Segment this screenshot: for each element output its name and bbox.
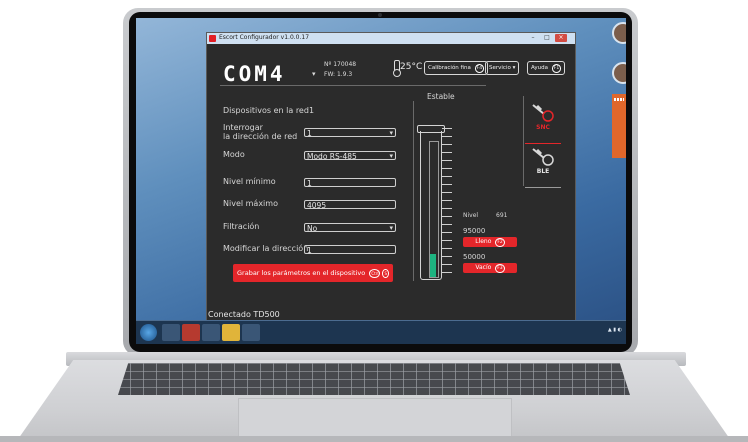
gauge-scale <box>442 128 452 278</box>
app-logo-icon <box>209 35 216 42</box>
devices-label: Dispositivos en la red <box>223 106 309 115</box>
webcam-icon <box>378 13 382 17</box>
close-icon[interactable]: × <box>555 34 567 42</box>
mode-label: Modo <box>223 150 245 159</box>
touchpad <box>238 398 512 439</box>
laptop-screen: Escort Configurador v1.0.0.17 – □ × COM4… <box>136 18 626 344</box>
taskbar-app-icon[interactable] <box>242 324 260 341</box>
min-level-label: Nivel mínimo <box>223 177 276 186</box>
taskbar-app-icon[interactable] <box>162 324 180 341</box>
taskbar-app-icon[interactable] <box>222 324 240 341</box>
level-value: 691 <box>496 212 508 219</box>
devices-value: 1 <box>309 106 315 115</box>
header-divider <box>220 85 486 86</box>
keyboard-rows <box>118 363 630 395</box>
gauge-divider <box>413 101 414 281</box>
minimize-icon[interactable]: – <box>527 34 539 42</box>
maximize-icon[interactable]: □ <box>541 34 553 42</box>
chevron-down-icon: ▾ <box>512 65 516 71</box>
system-tray-icon[interactable]: ▲ ▮ ◐ <box>608 327 622 333</box>
max-level-input[interactable]: 4095 <box>304 200 396 210</box>
connection-status: Conectado TD500 <box>208 310 280 319</box>
window-title: Escort Configurador v1.0.0.17 <box>219 34 310 41</box>
max-level-label: Nivel máximo <box>223 199 278 208</box>
app-window: Escort Configurador v1.0.0.17 – □ × COM4… <box>206 32 576 321</box>
probe-icon <box>532 148 554 166</box>
probe-underline <box>525 187 561 188</box>
service-label: Servicio <box>489 65 511 71</box>
temperature-readout: 25°C <box>400 62 423 72</box>
filter-select[interactable]: No <box>304 223 396 233</box>
address-input[interactable]: 1 <box>304 245 396 255</box>
calibration-button[interactable]: Calibración fina F4 <box>424 61 489 75</box>
probe-snc-label: SNC <box>536 124 550 131</box>
help-button[interactable]: Ayuda F1 <box>527 61 566 75</box>
empty-value: 50000 <box>463 253 486 261</box>
app-content: COM4 ▾ Nº 170048 FW: 1.9.3 25°C Calibrac… <box>207 44 575 320</box>
gauge-state: Estable <box>427 92 455 101</box>
full-value: 95000 <box>463 227 486 235</box>
save-key-s: S <box>382 269 389 278</box>
serial-number: Nº 170048 <box>324 61 357 68</box>
level-label: Nivel <box>463 212 479 219</box>
desktop-shortcut-icon[interactable] <box>612 22 626 44</box>
service-menu-button[interactable]: Servicio ▾ <box>485 61 520 75</box>
filter-label: Filtración <box>223 222 260 231</box>
taskbar-app-icon[interactable] <box>202 324 220 341</box>
start-button-icon[interactable] <box>140 324 157 341</box>
poll-address-label-2: la dirección de red <box>223 132 298 141</box>
help-key: F1 <box>551 64 562 73</box>
save-key-ctrl: Ctrl <box>369 269 381 278</box>
empty-key: F3 <box>495 264 505 273</box>
level-gauge-fill <box>430 254 436 277</box>
taskbar: ▲ ▮ ◐ <box>136 320 626 344</box>
calibration-label: Calibración fina <box>428 65 471 71</box>
probe-icon <box>532 104 554 122</box>
calibration-key: F4 <box>474 64 485 73</box>
probe-snc-button[interactable]: SNC <box>525 102 561 132</box>
desktop-shortcut-icon[interactable] <box>612 62 626 84</box>
poll-address-select[interactable]: 1 <box>304 128 396 138</box>
port-dropdown-icon[interactable]: ▾ <box>312 70 316 78</box>
poll-address-label-1: Interrogar <box>223 123 263 132</box>
probe-ble-label: BLE <box>536 168 550 175</box>
firmware-version: FW: 1.9.3 <box>324 71 353 78</box>
help-label: Ayuda <box>531 65 548 71</box>
port-name: COM4 <box>223 62 286 86</box>
address-label: Modificar la dirección <box>223 244 309 253</box>
probe-ble-button[interactable]: BLE <box>525 146 561 176</box>
probe-divider <box>523 96 524 186</box>
min-level-input[interactable]: 1 <box>304 178 396 188</box>
full-calibration-button[interactable]: Lleno F2 <box>463 237 517 247</box>
full-key: F2 <box>495 238 505 247</box>
empty-label: Vacío <box>475 264 492 271</box>
save-parameters-label: Grabar los parámetros en el dispositivo <box>237 269 366 277</box>
empty-calibration-button[interactable]: Vacío F3 <box>463 263 517 273</box>
full-label: Lleno <box>475 238 492 245</box>
probe-selection-underline <box>525 143 561 144</box>
desktop-widget <box>612 94 626 158</box>
save-parameters-button[interactable]: Grabar los parámetros en el dispositivo … <box>233 264 393 282</box>
laptop-front-edge <box>0 436 748 442</box>
window-titlebar[interactable]: Escort Configurador v1.0.0.17 – □ × <box>207 33 575 44</box>
mode-select[interactable]: Modo RS-485 <box>304 151 396 161</box>
taskbar-app-icon[interactable] <box>182 324 200 341</box>
